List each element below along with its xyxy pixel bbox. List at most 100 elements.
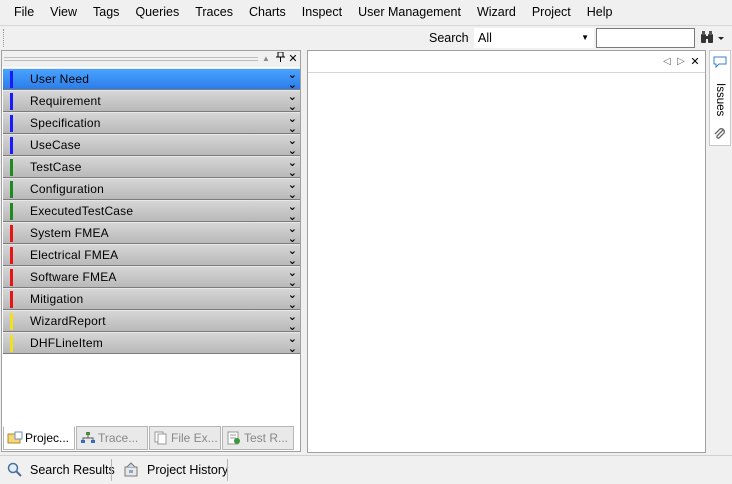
menu-help[interactable]: Help xyxy=(579,0,621,25)
menu-traces[interactable]: Traces xyxy=(187,0,241,25)
search-scope-value: All xyxy=(478,31,492,45)
panel-close-icon[interactable]: ✕ xyxy=(287,52,299,66)
category-label: Mitigation xyxy=(30,292,84,306)
tab-label: Project History xyxy=(147,463,229,477)
search-scope-dropdown[interactable]: All ▼ xyxy=(474,28,594,48)
expand-chevron-icon[interactable]: ⌄ ⌄ xyxy=(288,114,297,135)
category-label: Specification xyxy=(30,116,101,130)
scroll-right-icon[interactable]: ▷ xyxy=(675,55,687,69)
category-usecase[interactable]: UseCase ⌄ ⌄ xyxy=(3,134,300,157)
category-executedtestcase[interactable]: ExecutedTestCase ⌄ ⌄ xyxy=(3,200,300,223)
issues-label: Issues xyxy=(714,83,726,117)
tab-test-results[interactable]: Test R... xyxy=(222,426,294,450)
search-binoculars-button[interactable] xyxy=(699,29,727,47)
trace-tree-icon xyxy=(81,432,95,443)
category-user-need[interactable]: User Need ⌄ ⌄ xyxy=(3,68,300,91)
category-color-bar xyxy=(10,159,13,176)
project-tree-panel: ▲ ✕ User Need ⌄ ⌄ Requirement ⌄ ⌄ Specific… xyxy=(1,50,301,452)
category-software-fmea[interactable]: Software FMEA ⌄ ⌄ xyxy=(3,266,300,289)
category-dhflineitem[interactable]: DHFLineItem ⌄ ⌄ xyxy=(3,332,300,355)
category-list: User Need ⌄ ⌄ Requirement ⌄ ⌄ Specificatio… xyxy=(3,68,300,355)
expand-chevron-icon[interactable]: ⌄ ⌄ xyxy=(288,334,297,355)
category-electrical-fmea[interactable]: Electrical FMEA ⌄ ⌄ xyxy=(3,244,300,267)
category-testcase[interactable]: TestCase ⌄ ⌄ xyxy=(3,156,300,179)
expand-chevron-icon[interactable]: ⌄ ⌄ xyxy=(288,136,297,157)
close-document-icon[interactable]: ✕ xyxy=(689,55,701,69)
category-specification[interactable]: Specification ⌄ ⌄ xyxy=(3,112,300,135)
menu-user-management[interactable]: User Management xyxy=(350,0,469,25)
history-icon xyxy=(124,462,138,477)
scroll-left-icon[interactable]: ◁ xyxy=(661,55,673,69)
category-color-bar xyxy=(10,313,13,330)
panel-menu-arrow-icon[interactable]: ▲ xyxy=(260,52,272,66)
category-configuration[interactable]: Configuration ⌄ ⌄ xyxy=(3,178,300,201)
category-label: UseCase xyxy=(30,138,81,152)
expand-chevron-icon[interactable]: ⌄ ⌄ xyxy=(288,180,297,201)
attachments-tab[interactable] xyxy=(709,124,731,146)
tab-separator xyxy=(227,459,228,481)
tab-trace[interactable]: Trace... xyxy=(76,426,148,450)
project-icon xyxy=(7,431,23,444)
search-input[interactable] xyxy=(596,28,695,48)
tab-project-history[interactable]: Project History xyxy=(119,457,232,483)
expand-chevron-icon[interactable]: ⌄ ⌄ xyxy=(288,202,297,223)
tab-project[interactable]: Projec... xyxy=(3,426,75,450)
expand-chevron-icon[interactable]: ⌄ ⌄ xyxy=(288,290,297,311)
category-label: Software FMEA xyxy=(30,270,117,284)
tab-label: Search Results xyxy=(30,463,115,477)
panel-drag-grip[interactable] xyxy=(4,57,258,61)
expand-chevron-icon[interactable]: ⌄ ⌄ xyxy=(288,224,297,245)
category-requirement[interactable]: Requirement ⌄ ⌄ xyxy=(3,90,300,113)
document-tab-strip: ◁ ▷ ✕ xyxy=(308,51,705,73)
expand-chevron-icon[interactable]: ⌄ ⌄ xyxy=(288,92,297,113)
menu-queries[interactable]: Queries xyxy=(127,0,187,25)
search-label: Search xyxy=(429,31,469,45)
menu-inspect[interactable]: Inspect xyxy=(294,0,350,25)
category-label: Configuration xyxy=(30,182,104,196)
category-color-bar xyxy=(10,137,13,154)
tab-label: Test R... xyxy=(244,431,289,445)
category-label: DHFLineItem xyxy=(30,336,103,350)
expand-chevron-icon[interactable]: ⌄ ⌄ xyxy=(288,312,297,333)
expand-chevron-icon[interactable]: ⌄ ⌄ xyxy=(288,246,297,267)
menu-charts[interactable]: Charts xyxy=(241,0,294,25)
category-system-fmea[interactable]: System FMEA ⌄ ⌄ xyxy=(3,222,300,245)
category-color-bar xyxy=(10,269,13,286)
category-label: ExecutedTestCase xyxy=(30,204,134,218)
menu-file[interactable]: File xyxy=(6,0,42,25)
test-results-icon xyxy=(227,431,240,445)
dropdown-arrow-icon: ▼ xyxy=(581,33,589,42)
expand-chevron-icon[interactable]: ⌄ ⌄ xyxy=(288,70,297,91)
menu-project[interactable]: Project xyxy=(524,0,579,25)
tab-label: Trace... xyxy=(98,431,139,445)
category-mitigation[interactable]: Mitigation ⌄ ⌄ xyxy=(3,288,300,311)
pin-icon[interactable] xyxy=(274,51,286,67)
category-wizardreport[interactable]: WizardReport ⌄ ⌄ xyxy=(3,310,300,333)
category-color-bar xyxy=(10,181,13,198)
file-explorer-icon xyxy=(154,431,167,445)
category-color-bar xyxy=(10,335,13,352)
menu-wizard[interactable]: Wizard xyxy=(469,0,524,25)
category-color-bar xyxy=(10,247,13,264)
category-label: TestCase xyxy=(30,160,82,174)
toolbar-grip[interactable] xyxy=(3,29,5,47)
expand-chevron-icon[interactable]: ⌄ ⌄ xyxy=(288,158,297,179)
expand-chevron-icon[interactable]: ⌄ ⌄ xyxy=(288,268,297,289)
binoculars-icon xyxy=(701,31,724,43)
category-label: Requirement xyxy=(30,94,101,108)
category-label: Electrical FMEA xyxy=(30,248,119,262)
menu-bar: File View Tags Queries Traces Charts Ins… xyxy=(0,0,732,25)
main-document-area[interactable]: ◁ ▷ ✕ xyxy=(307,50,706,453)
category-color-bar xyxy=(10,291,13,308)
tab-search-results[interactable]: Search Results xyxy=(2,457,119,483)
category-color-bar xyxy=(10,115,13,132)
category-color-bar xyxy=(10,203,13,220)
paperclip-icon xyxy=(714,128,725,139)
search-toolbar: Search All ▼ xyxy=(0,25,732,49)
menu-view[interactable]: View xyxy=(42,0,85,25)
tab-label: Projec... xyxy=(25,431,70,445)
tab-file-explorer[interactable]: File Ex... xyxy=(149,426,221,450)
menu-tags[interactable]: Tags xyxy=(85,0,127,25)
tab-separator xyxy=(111,459,112,481)
search-icon xyxy=(7,462,22,477)
